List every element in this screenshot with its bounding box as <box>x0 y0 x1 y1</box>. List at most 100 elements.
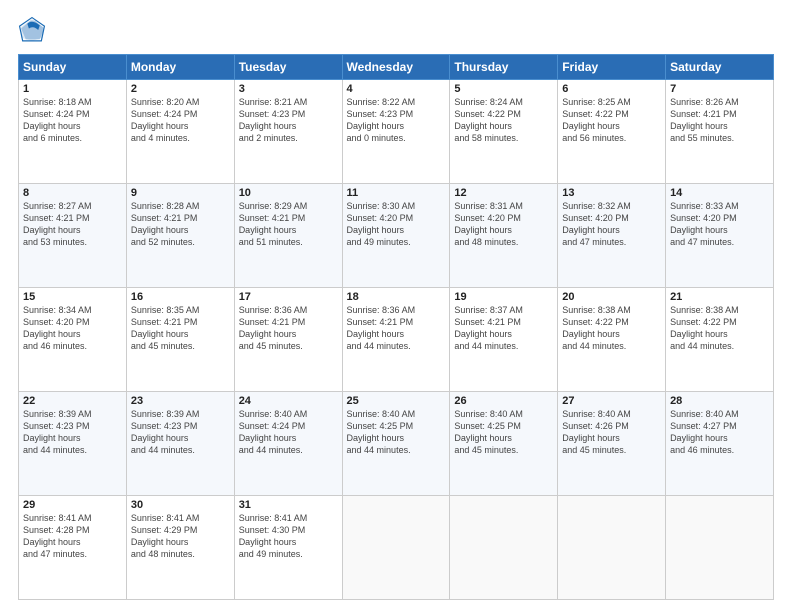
calendar-cell: 10Sunrise: 8:29 AMSunset: 4:21 PMDayligh… <box>234 184 342 288</box>
weekday-header-saturday: Saturday <box>666 55 774 80</box>
calendar-cell: 26Sunrise: 8:40 AMSunset: 4:25 PMDayligh… <box>450 392 558 496</box>
day-info: Sunrise: 8:40 AMSunset: 4:25 PMDaylight … <box>347 408 446 457</box>
logo <box>18 16 50 44</box>
calendar-cell <box>558 496 666 600</box>
day-number: 22 <box>23 395 122 407</box>
day-number: 19 <box>454 291 553 303</box>
day-info: Sunrise: 8:18 AMSunset: 4:24 PMDaylight … <box>23 96 122 145</box>
calendar-cell: 24Sunrise: 8:40 AMSunset: 4:24 PMDayligh… <box>234 392 342 496</box>
day-number: 28 <box>670 395 769 407</box>
calendar-cell: 4Sunrise: 8:22 AMSunset: 4:23 PMDaylight… <box>342 80 450 184</box>
calendar-cell: 7Sunrise: 8:26 AMSunset: 4:21 PMDaylight… <box>666 80 774 184</box>
day-info: Sunrise: 8:40 AMSunset: 4:24 PMDaylight … <box>239 408 338 457</box>
calendar-week-4: 22Sunrise: 8:39 AMSunset: 4:23 PMDayligh… <box>19 392 774 496</box>
header <box>18 16 774 44</box>
calendar-cell: 30Sunrise: 8:41 AMSunset: 4:29 PMDayligh… <box>126 496 234 600</box>
weekday-header-friday: Friday <box>558 55 666 80</box>
day-info: Sunrise: 8:34 AMSunset: 4:20 PMDaylight … <box>23 304 122 353</box>
day-info: Sunrise: 8:30 AMSunset: 4:20 PMDaylight … <box>347 200 446 249</box>
day-number: 3 <box>239 83 338 95</box>
day-number: 10 <box>239 187 338 199</box>
day-info: Sunrise: 8:26 AMSunset: 4:21 PMDaylight … <box>670 96 769 145</box>
calendar-cell: 12Sunrise: 8:31 AMSunset: 4:20 PMDayligh… <box>450 184 558 288</box>
day-number: 30 <box>131 499 230 511</box>
day-info: Sunrise: 8:39 AMSunset: 4:23 PMDaylight … <box>131 408 230 457</box>
day-number: 29 <box>23 499 122 511</box>
day-info: Sunrise: 8:41 AMSunset: 4:30 PMDaylight … <box>239 512 338 561</box>
calendar-cell: 25Sunrise: 8:40 AMSunset: 4:25 PMDayligh… <box>342 392 450 496</box>
calendar-cell: 9Sunrise: 8:28 AMSunset: 4:21 PMDaylight… <box>126 184 234 288</box>
day-info: Sunrise: 8:22 AMSunset: 4:23 PMDaylight … <box>347 96 446 145</box>
day-info: Sunrise: 8:35 AMSunset: 4:21 PMDaylight … <box>131 304 230 353</box>
calendar-cell: 22Sunrise: 8:39 AMSunset: 4:23 PMDayligh… <box>19 392 127 496</box>
calendar-cell: 16Sunrise: 8:35 AMSunset: 4:21 PMDayligh… <box>126 288 234 392</box>
calendar-cell: 3Sunrise: 8:21 AMSunset: 4:23 PMDaylight… <box>234 80 342 184</box>
day-info: Sunrise: 8:40 AMSunset: 4:26 PMDaylight … <box>562 408 661 457</box>
calendar-cell: 13Sunrise: 8:32 AMSunset: 4:20 PMDayligh… <box>558 184 666 288</box>
day-info: Sunrise: 8:40 AMSunset: 4:25 PMDaylight … <box>454 408 553 457</box>
day-number: 9 <box>131 187 230 199</box>
calendar-cell: 11Sunrise: 8:30 AMSunset: 4:20 PMDayligh… <box>342 184 450 288</box>
day-info: Sunrise: 8:39 AMSunset: 4:23 PMDaylight … <box>23 408 122 457</box>
weekday-header-sunday: Sunday <box>19 55 127 80</box>
weekday-header-thursday: Thursday <box>450 55 558 80</box>
day-number: 31 <box>239 499 338 511</box>
calendar-table: SundayMondayTuesdayWednesdayThursdayFrid… <box>18 54 774 600</box>
calendar-cell: 27Sunrise: 8:40 AMSunset: 4:26 PMDayligh… <box>558 392 666 496</box>
day-info: Sunrise: 8:33 AMSunset: 4:20 PMDaylight … <box>670 200 769 249</box>
day-info: Sunrise: 8:27 AMSunset: 4:21 PMDaylight … <box>23 200 122 249</box>
weekday-header-row: SundayMondayTuesdayWednesdayThursdayFrid… <box>19 55 774 80</box>
day-info: Sunrise: 8:20 AMSunset: 4:24 PMDaylight … <box>131 96 230 145</box>
day-info: Sunrise: 8:28 AMSunset: 4:21 PMDaylight … <box>131 200 230 249</box>
calendar-cell <box>666 496 774 600</box>
day-number: 12 <box>454 187 553 199</box>
day-info: Sunrise: 8:37 AMSunset: 4:21 PMDaylight … <box>454 304 553 353</box>
calendar-cell: 14Sunrise: 8:33 AMSunset: 4:20 PMDayligh… <box>666 184 774 288</box>
day-number: 21 <box>670 291 769 303</box>
weekday-header-wednesday: Wednesday <box>342 55 450 80</box>
calendar-cell: 1Sunrise: 8:18 AMSunset: 4:24 PMDaylight… <box>19 80 127 184</box>
day-number: 16 <box>131 291 230 303</box>
logo-icon <box>18 16 46 44</box>
day-number: 18 <box>347 291 446 303</box>
day-number: 26 <box>454 395 553 407</box>
calendar-cell <box>342 496 450 600</box>
day-info: Sunrise: 8:31 AMSunset: 4:20 PMDaylight … <box>454 200 553 249</box>
day-number: 27 <box>562 395 661 407</box>
day-number: 4 <box>347 83 446 95</box>
calendar-cell: 15Sunrise: 8:34 AMSunset: 4:20 PMDayligh… <box>19 288 127 392</box>
day-number: 8 <box>23 187 122 199</box>
page: SundayMondayTuesdayWednesdayThursdayFrid… <box>0 0 792 612</box>
day-info: Sunrise: 8:21 AMSunset: 4:23 PMDaylight … <box>239 96 338 145</box>
day-number: 20 <box>562 291 661 303</box>
day-number: 1 <box>23 83 122 95</box>
calendar-cell: 6Sunrise: 8:25 AMSunset: 4:22 PMDaylight… <box>558 80 666 184</box>
day-info: Sunrise: 8:41 AMSunset: 4:28 PMDaylight … <box>23 512 122 561</box>
day-info: Sunrise: 8:36 AMSunset: 4:21 PMDaylight … <box>347 304 446 353</box>
calendar-week-3: 15Sunrise: 8:34 AMSunset: 4:20 PMDayligh… <box>19 288 774 392</box>
calendar-cell: 18Sunrise: 8:36 AMSunset: 4:21 PMDayligh… <box>342 288 450 392</box>
day-info: Sunrise: 8:41 AMSunset: 4:29 PMDaylight … <box>131 512 230 561</box>
day-number: 25 <box>347 395 446 407</box>
day-info: Sunrise: 8:38 AMSunset: 4:22 PMDaylight … <box>562 304 661 353</box>
day-number: 24 <box>239 395 338 407</box>
calendar-cell: 20Sunrise: 8:38 AMSunset: 4:22 PMDayligh… <box>558 288 666 392</box>
calendar-week-5: 29Sunrise: 8:41 AMSunset: 4:28 PMDayligh… <box>19 496 774 600</box>
calendar-cell <box>450 496 558 600</box>
calendar-cell: 19Sunrise: 8:37 AMSunset: 4:21 PMDayligh… <box>450 288 558 392</box>
calendar-week-1: 1Sunrise: 8:18 AMSunset: 4:24 PMDaylight… <box>19 80 774 184</box>
day-info: Sunrise: 8:29 AMSunset: 4:21 PMDaylight … <box>239 200 338 249</box>
calendar-cell: 21Sunrise: 8:38 AMSunset: 4:22 PMDayligh… <box>666 288 774 392</box>
day-info: Sunrise: 8:24 AMSunset: 4:22 PMDaylight … <box>454 96 553 145</box>
calendar-cell: 29Sunrise: 8:41 AMSunset: 4:28 PMDayligh… <box>19 496 127 600</box>
day-number: 11 <box>347 187 446 199</box>
day-number: 15 <box>23 291 122 303</box>
day-number: 6 <box>562 83 661 95</box>
calendar-cell: 5Sunrise: 8:24 AMSunset: 4:22 PMDaylight… <box>450 80 558 184</box>
weekday-header-monday: Monday <box>126 55 234 80</box>
day-number: 2 <box>131 83 230 95</box>
day-number: 5 <box>454 83 553 95</box>
day-number: 13 <box>562 187 661 199</box>
calendar-week-2: 8Sunrise: 8:27 AMSunset: 4:21 PMDaylight… <box>19 184 774 288</box>
day-info: Sunrise: 8:32 AMSunset: 4:20 PMDaylight … <box>562 200 661 249</box>
